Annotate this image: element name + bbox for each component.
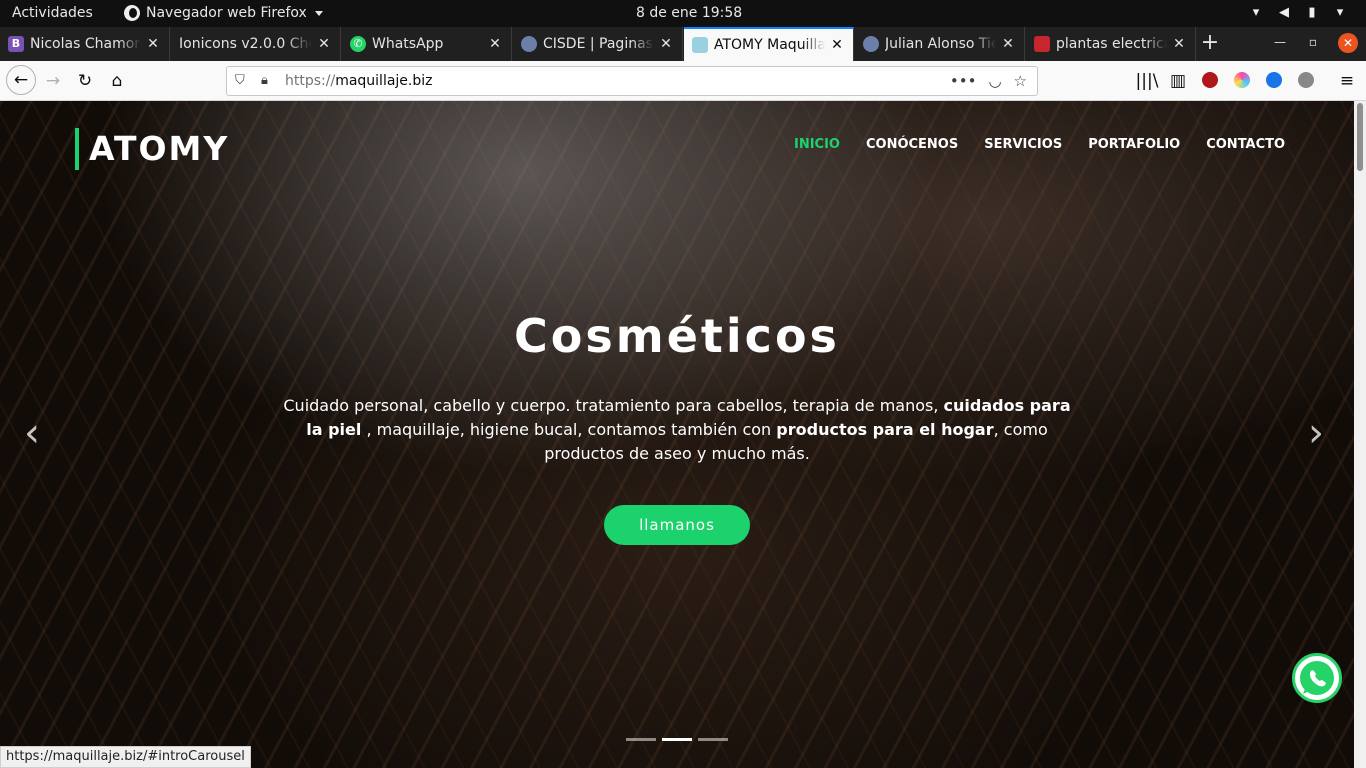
menu-item-contacto[interactable]: CONTACTO xyxy=(1206,137,1285,152)
tab-ionicons[interactable]: Ionicons v2.0.0 Cheat ✕ xyxy=(171,27,341,61)
home-button[interactable]: ⌂ xyxy=(104,68,130,94)
close-tab-icon[interactable]: ✕ xyxy=(316,36,332,52)
color-picker-icon[interactable] xyxy=(1234,72,1250,88)
close-tab-icon[interactable]: ✕ xyxy=(1171,36,1187,52)
chevron-down-icon: ▾ xyxy=(1336,5,1344,20)
whatsapp-icon xyxy=(1300,661,1334,695)
extension-icon[interactable] xyxy=(1298,72,1314,88)
pocket-icon[interactable]: ◡ xyxy=(988,72,1001,90)
close-tab-icon[interactable]: ✕ xyxy=(658,36,674,52)
system-tray[interactable]: ▾ ◀ ▮ ▾ xyxy=(1248,5,1348,20)
tab-title: CISDE | Paginas web xyxy=(543,36,654,52)
new-tab-button[interactable]: + xyxy=(1198,27,1222,61)
window-close-icon[interactable]: ✕ xyxy=(1338,33,1358,53)
back-button[interactable]: ← xyxy=(6,65,36,95)
maximize-icon[interactable]: ▫ xyxy=(1304,35,1322,49)
call-button[interactable]: llamanos xyxy=(604,505,750,545)
carousel-indicator-active[interactable] xyxy=(662,738,692,741)
system-top-bar: Actividades Navegador web Firefox 8 de e… xyxy=(0,0,1366,27)
hero-description: Cuidado personal, cabello y cuerpo. trat… xyxy=(283,396,1071,463)
menu-item-inicio[interactable]: INICIO xyxy=(794,137,840,152)
site-menu: INICIO CONÓCENOS SERVICIOS PORTAFOLIO CO… xyxy=(794,137,1285,152)
menu-item-servicios[interactable]: SERVICIOS xyxy=(984,137,1062,152)
carousel-indicator[interactable] xyxy=(698,738,728,741)
tab-cisde[interactable]: CISDE | Paginas web ✕ xyxy=(513,27,683,61)
tab-nicolas[interactable]: B Nicolas Chamorro ✕ xyxy=(0,27,170,61)
hero-title: Cosméticos xyxy=(514,309,840,363)
nav-toolbar: ← → ↻ ⌂ ⛉ 🔒︎ https://maquillaje.biz ••• … xyxy=(0,61,1366,101)
url-bar[interactable]: ⛉ 🔒︎ https://maquillaje.biz ••• ◡ ☆ xyxy=(226,66,1038,96)
lock-icon[interactable]: 🔒︎ xyxy=(261,73,268,88)
close-tab-icon[interactable]: ✕ xyxy=(487,36,503,52)
tab-title: Julian Alonso Tiempo xyxy=(885,36,996,52)
tab-whatsapp[interactable]: ✆ WhatsApp ✕ xyxy=(342,27,512,61)
extension-icon[interactable] xyxy=(1202,72,1218,88)
whatsapp-float-button[interactable] xyxy=(1292,653,1342,703)
page-actions-icon[interactable]: ••• xyxy=(950,72,977,90)
chevron-down-icon xyxy=(314,10,323,16)
site-logo[interactable]: ATOMY xyxy=(75,128,229,170)
hero-carousel: ATOMY INICIO CONÓCENOS SERVICIOS PORTAFO… xyxy=(0,101,1354,768)
carousel-indicators xyxy=(626,738,728,741)
site-favicon-icon xyxy=(692,37,708,53)
close-tab-icon[interactable]: ✕ xyxy=(1000,36,1016,52)
tab-plantas[interactable]: plantas electricas ✕ xyxy=(1026,27,1196,61)
whatsapp-icon: ✆ xyxy=(350,36,366,52)
app-name: Navegador web Firefox xyxy=(146,5,307,21)
page-scrollbar[interactable] xyxy=(1354,101,1366,768)
close-tab-icon[interactable]: ✕ xyxy=(145,36,161,52)
carousel-next-icon[interactable]: › xyxy=(1308,413,1324,453)
tab-title: plantas electricas xyxy=(1056,36,1167,52)
app-menu[interactable]: Navegador web Firefox xyxy=(124,5,323,21)
shield-icon[interactable]: ⛉ xyxy=(235,73,245,88)
activities-button[interactable]: Actividades xyxy=(12,5,93,21)
wifi-icon: ▾ xyxy=(1252,5,1260,20)
scrollbar-thumb[interactable] xyxy=(1357,103,1363,171)
hamburger-menu-icon[interactable]: ≡ xyxy=(1334,68,1360,94)
sidebar-icon[interactable]: ▥ xyxy=(1165,68,1191,94)
forward-button[interactable]: → xyxy=(40,68,66,94)
status-bar: https://maquillaje.biz/#introCarousel xyxy=(0,746,251,768)
volume-icon: ◀ xyxy=(1279,5,1289,20)
carousel-indicator[interactable] xyxy=(626,738,656,741)
bootstrap-icon: B xyxy=(8,36,24,52)
menu-item-portafolio[interactable]: PORTAFOLIO xyxy=(1088,137,1180,152)
firefox-icon xyxy=(124,5,140,21)
reload-button[interactable]: ↻ xyxy=(72,68,98,94)
bookmark-star-icon[interactable]: ☆ xyxy=(1014,72,1027,90)
extension-icon[interactable] xyxy=(1266,72,1282,88)
tab-title: Ionicons v2.0.0 Cheat xyxy=(179,36,312,52)
clock[interactable]: 8 de ene 19:58 xyxy=(636,5,742,21)
globe-icon xyxy=(521,36,537,52)
library-icon[interactable]: |||\ xyxy=(1134,68,1160,94)
tab-strip: B Nicolas Chamorro ✕ Ionicons v2.0.0 Che… xyxy=(0,27,1366,61)
carousel-prev-icon[interactable]: ‹ xyxy=(24,413,40,453)
tab-title: Nicolas Chamorro xyxy=(30,36,141,52)
tab-julian[interactable]: Julian Alonso Tiempo ✕ xyxy=(855,27,1025,61)
tab-title: WhatsApp xyxy=(372,36,444,52)
close-tab-icon[interactable]: ✕ xyxy=(829,37,845,53)
tab-title: ATOMY Maquillaje xyxy=(714,37,825,53)
tab-atomy[interactable]: ATOMY Maquillaje ✕ xyxy=(684,27,854,61)
site-favicon-icon xyxy=(1034,36,1050,52)
battery-icon: ▮ xyxy=(1308,5,1316,20)
url-text[interactable]: https://maquillaje.biz xyxy=(285,73,433,89)
globe-icon xyxy=(863,36,879,52)
minimize-icon[interactable]: — xyxy=(1271,35,1289,49)
menu-item-conocenos[interactable]: CONÓCENOS xyxy=(866,137,958,152)
